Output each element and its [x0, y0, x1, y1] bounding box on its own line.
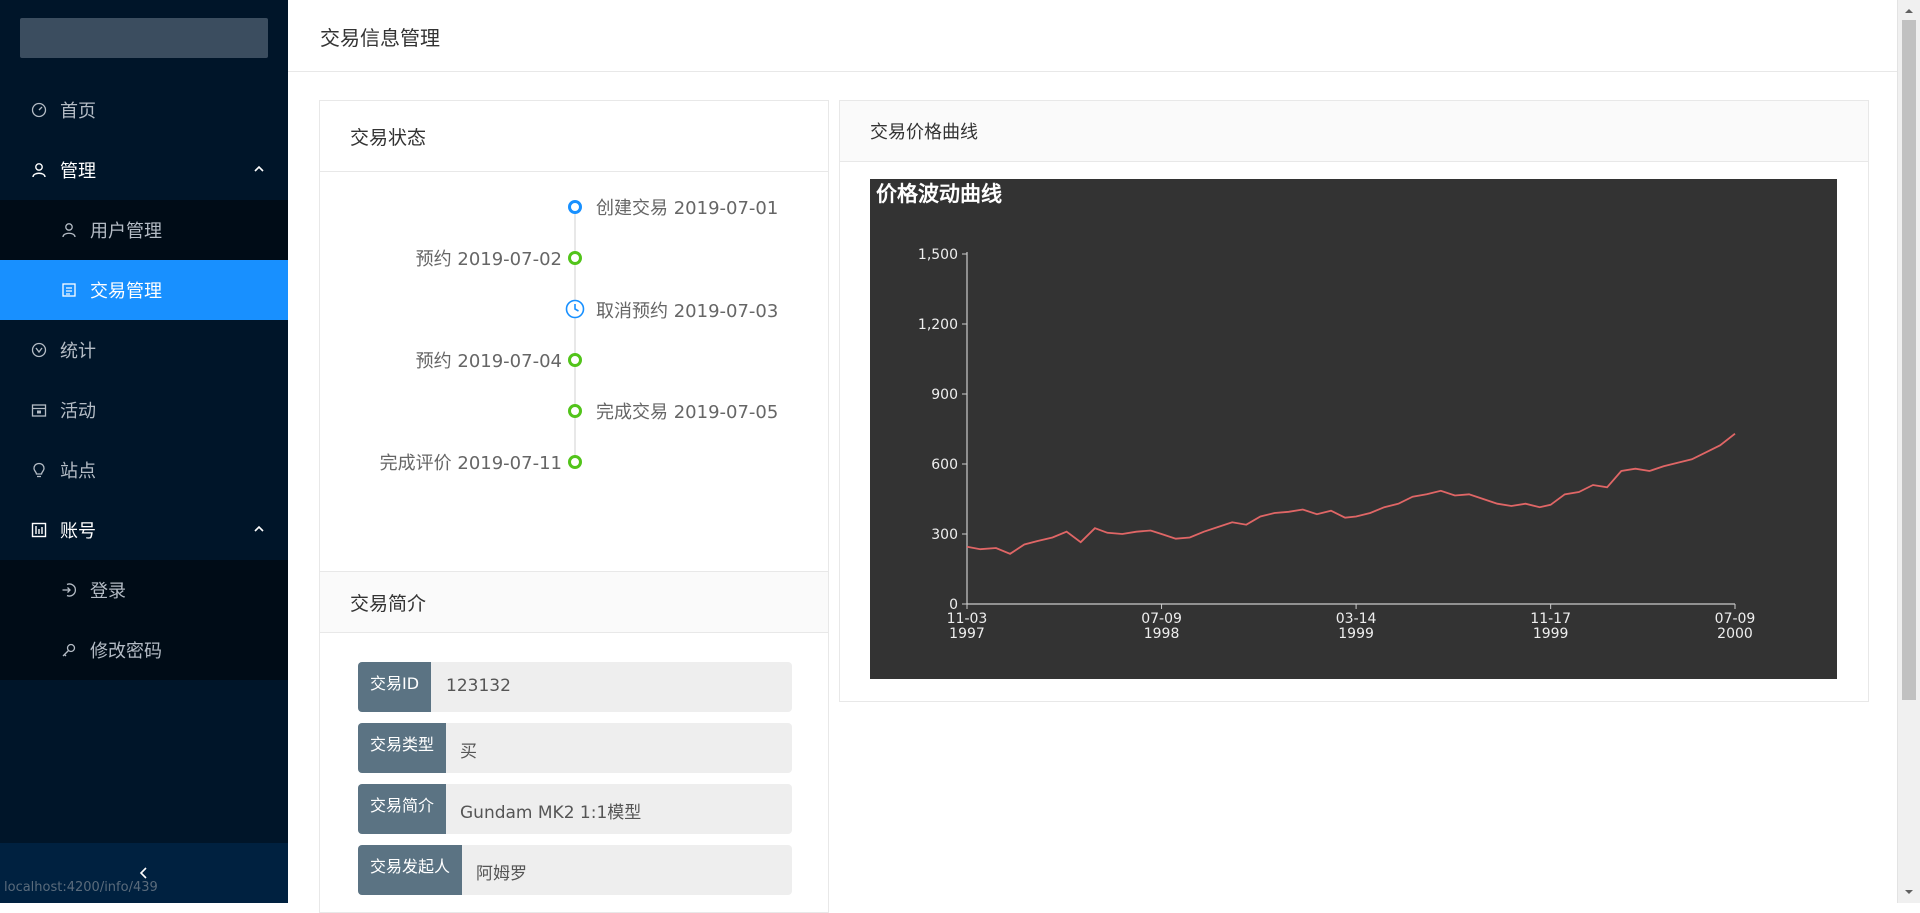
login-icon — [60, 581, 78, 599]
sidebar-item-label: 活动 — [60, 401, 96, 422]
page-header: 交易信息管理 — [288, 0, 1898, 72]
calendar-icon — [30, 401, 48, 419]
x-tick-label: 2000 — [1717, 626, 1753, 642]
y-tick-label: 1,500 — [918, 247, 958, 263]
y-tick-label: 600 — [931, 457, 958, 473]
sidebar-item-user-management[interactable]: 用户管理 — [0, 200, 288, 260]
sidebar-item-label: 站点 — [60, 461, 96, 482]
sidebar-item-manage[interactable]: 管理 — [0, 140, 288, 200]
user-icon — [30, 161, 48, 179]
price-chart-card: 交易价格曲线 价格波动曲线 0 300 600 900 1,200 1,500 11-03 19… — [839, 100, 1869, 702]
chart-title: 价格波动曲线 — [876, 182, 1002, 206]
sidebar-menu: 首页 管理 用户管理 交易管理 统计 活动 站点 账号 登录 修改密码 — [0, 80, 288, 680]
scroll-down-icon[interactable] — [1904, 887, 1914, 897]
sidebar-item-label: 登录 — [90, 581, 126, 602]
trade-status-title: 交易状态 — [320, 101, 828, 172]
sidebar-item-label: 账号 — [60, 521, 96, 542]
timeline-item-text: 完成评价 2019-07-11 — [379, 453, 562, 474]
field-value: 123132 — [446, 676, 511, 696]
sidebar-item-site[interactable]: 站点 — [0, 440, 288, 500]
timeline-line — [574, 207, 576, 467]
y-tick-label: 1,200 — [918, 317, 958, 333]
timeline-item-text: 完成交易 2019-07-05 — [596, 402, 779, 423]
timeline-item-text: 预约 2019-07-04 — [415, 351, 562, 372]
profile-icon — [60, 281, 78, 299]
scroll-up-icon[interactable] — [1904, 6, 1914, 16]
timeline-dot — [568, 404, 582, 418]
sidebar-item-statistics[interactable]: 统计 — [0, 320, 288, 380]
account-book-icon — [30, 521, 48, 539]
x-tick-label: 07-09 — [1715, 611, 1756, 627]
x-tick-label: 1999 — [1533, 626, 1569, 642]
clock-icon — [565, 299, 585, 319]
x-tick-label: 07-09 — [1141, 611, 1182, 627]
trade-intro-card: 交易简介 交易ID 123132 交易类型 买 交易简介 Gundam MK2 … — [319, 571, 829, 913]
field-label: 交易类型 — [358, 723, 447, 773]
trade-status-card: 交易状态 创建交易 2019-07-01 预约 2019-07-02 取消预约 … — [319, 100, 829, 574]
field-label: 交易简介 — [358, 784, 447, 834]
sidebar-item-login[interactable]: 登录 — [0, 560, 288, 620]
trade-id-field: 交易ID 123132 — [358, 662, 792, 712]
timeline-item-text: 创建交易 2019-07-01 — [596, 198, 779, 219]
price-series-line — [966, 432, 1736, 555]
sidebar-item-label: 用户管理 — [90, 221, 162, 242]
field-label: 交易发起人 — [358, 845, 463, 895]
field-label: 交易ID — [358, 662, 432, 712]
sidebar-item-change-password[interactable]: 修改密码 — [0, 620, 288, 680]
sidebar-item-account[interactable]: 账号 — [0, 500, 288, 560]
page-title: 交易信息管理 — [320, 26, 440, 50]
vertical-scrollbar[interactable] — [1897, 0, 1920, 903]
trade-summary-field: 交易简介 Gundam MK2 1:1模型 — [358, 784, 792, 834]
sidebar-item-label: 管理 — [60, 161, 96, 182]
trade-timeline: 创建交易 2019-07-01 预约 2019-07-02 取消预约 2019-… — [320, 171, 828, 571]
sidebar-item-home[interactable]: 首页 — [0, 80, 288, 140]
timeline-item-text: 取消预约 2019-07-03 — [596, 301, 779, 322]
x-tick-label: 11-17 — [1530, 611, 1571, 627]
trade-type-field: 交易类型 买 — [358, 723, 792, 773]
price-chart-svg: 价格波动曲线03006009001,2001,50011-03199707-09… — [876, 182, 1756, 642]
timeline-item-text: 预约 2019-07-02 — [415, 249, 562, 270]
dashboard-icon — [30, 101, 48, 119]
key-icon — [60, 641, 78, 659]
x-tick-label: 11-03 — [947, 611, 988, 627]
field-value: Gundam MK2 1:1模型 — [460, 803, 642, 823]
timeline-dot — [568, 353, 582, 367]
trade-initiator-field: 交易发起人 阿姆罗 — [358, 845, 792, 895]
x-tick-label: 1998 — [1144, 626, 1180, 642]
scrollbar-thumb[interactable] — [1902, 20, 1916, 700]
sidebar-item-label: 修改密码 — [90, 641, 162, 662]
x-tick-label: 03-14 — [1336, 611, 1377, 627]
timeline-dot — [568, 455, 582, 469]
sidebar: 首页 管理 用户管理 交易管理 统计 活动 站点 账号 登录 修改密码 loca… — [0, 0, 288, 903]
bulb-icon — [30, 461, 48, 479]
trade-intro-title: 交易简介 — [320, 572, 828, 633]
sidebar-item-activity[interactable]: 活动 — [0, 380, 288, 440]
sidebar-item-label: 首页 — [60, 101, 96, 122]
statistics-icon — [30, 341, 48, 359]
y-tick-label: 900 — [931, 387, 958, 403]
chevron-up-icon — [254, 165, 264, 172]
sidebar-item-trade-management[interactable]: 交易管理 — [0, 260, 288, 320]
sidebar-item-label: 交易管理 — [90, 281, 162, 302]
chevron-left-icon — [139, 867, 147, 879]
price-chart: 价格波动曲线 0 300 600 900 1,200 1,500 11-03 1997 07-09… — [870, 179, 1837, 679]
logo — [20, 18, 268, 58]
field-value: 买 — [460, 742, 477, 762]
chevron-up-icon — [254, 525, 264, 532]
field-value: 阿姆罗 — [476, 864, 527, 884]
sidebar-item-label: 统计 — [60, 341, 96, 362]
timeline-dot — [568, 200, 582, 214]
user-icon — [60, 221, 78, 239]
timeline-dot — [568, 251, 582, 265]
x-tick-label: 1999 — [1338, 626, 1374, 642]
y-tick-label: 300 — [931, 527, 958, 543]
price-chart-card-title: 交易价格曲线 — [840, 101, 1868, 162]
status-bar-url: localhost:4200/info/439 — [4, 880, 158, 895]
x-tick-label: 1997 — [949, 626, 985, 642]
